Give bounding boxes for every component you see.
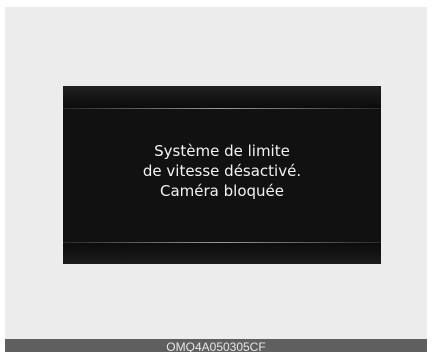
message-line-2: de vitesse désactivé. [142, 162, 302, 180]
figure-code-bar: OMQ4A050305CF [5, 339, 427, 352]
cluster-display: Système de limite de vitesse désactivé. … [63, 86, 381, 264]
message-line-1: Système de limite [154, 142, 290, 160]
display-top-band [63, 86, 381, 108]
warning-message: Système de limite de vitesse désactivé. … [63, 141, 381, 201]
figure-code: OMQ4A050305CF [166, 340, 266, 352]
display-bottom-band [63, 243, 381, 264]
message-line-3: Caméra bloquée [160, 182, 284, 200]
display-top-divider [63, 108, 381, 109]
